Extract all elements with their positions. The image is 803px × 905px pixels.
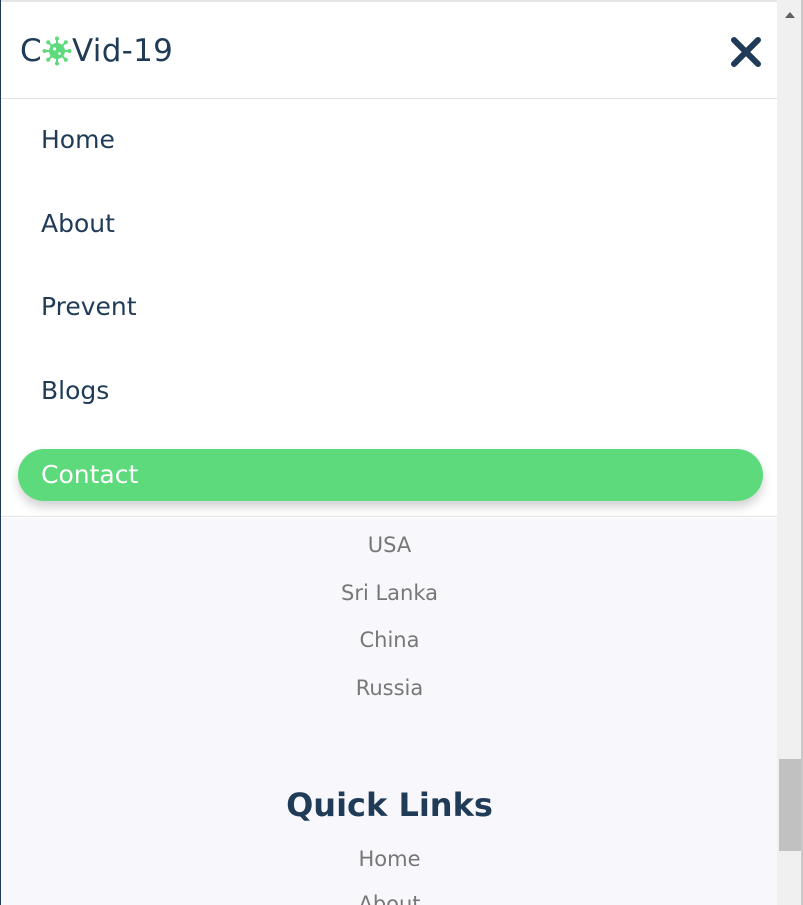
nav-item-about[interactable]: About (41, 209, 115, 239)
mobile-viewport: C Vid-19 Home About Prevent Blogs Contac… (0, 0, 777, 905)
close-icon[interactable] (729, 35, 763, 69)
country-link-china[interactable]: China (1, 627, 777, 653)
vertical-scrollbar[interactable] (777, 0, 803, 905)
virus-icon (42, 36, 72, 66)
nav-menu: Home About Prevent Blogs Contact (1, 99, 777, 517)
logo-text-prefix: C (20, 33, 42, 69)
nav-item-contact[interactable]: Contact (18, 449, 763, 501)
nav-header: C Vid-19 (1, 2, 777, 99)
nav-item-home[interactable]: Home (41, 125, 115, 155)
quick-links-heading: Quick Links (286, 786, 493, 824)
quick-link-home[interactable]: Home (1, 846, 777, 872)
footer-section: USA Sri Lanka China Russia Quick Links H… (1, 518, 777, 905)
country-link-russia[interactable]: Russia (1, 675, 777, 701)
nav-item-prevent[interactable]: Prevent (41, 292, 137, 322)
nav-item-contact-label: Contact (41, 460, 139, 489)
country-link-usa[interactable]: USA (1, 532, 777, 558)
nav-item-blogs[interactable]: Blogs (41, 376, 109, 406)
site-logo[interactable]: C Vid-19 (20, 33, 173, 69)
quick-link-about[interactable]: About (1, 891, 777, 905)
scroll-up-arrow-icon[interactable] (777, 0, 803, 30)
scrollbar-thumb[interactable] (779, 759, 801, 851)
country-link-sri-lanka[interactable]: Sri Lanka (1, 580, 777, 606)
logo-text-suffix: Vid-19 (71, 33, 174, 69)
